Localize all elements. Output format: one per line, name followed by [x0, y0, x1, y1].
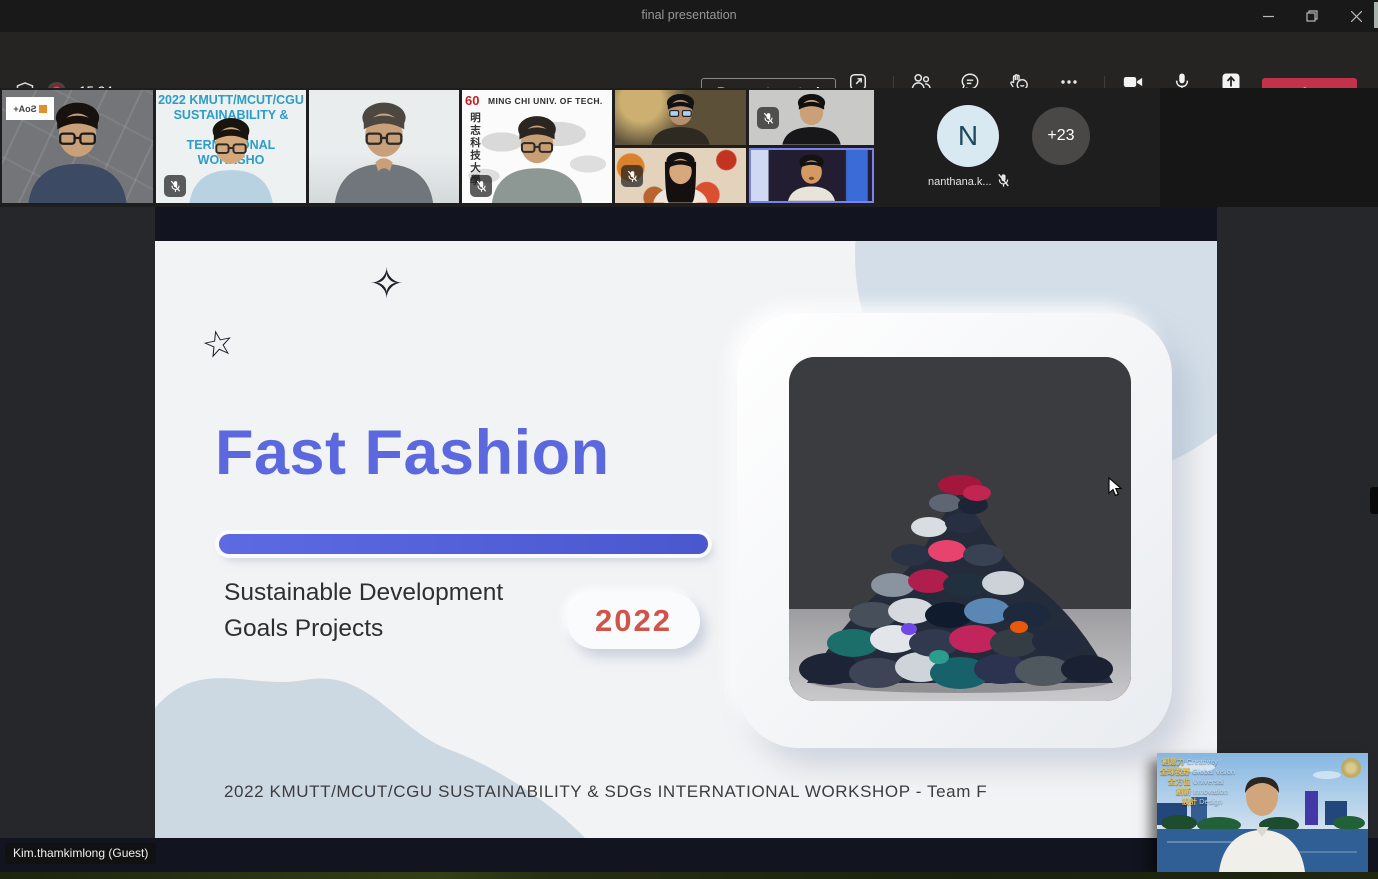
- star-icon: ☆: [198, 320, 238, 368]
- meeting-toolbar: 15:34 Request control Pop out People: [0, 32, 1378, 88]
- presenter-name-label: Kim.thamkimlong (Guest): [5, 843, 156, 864]
- participant-name-label: nanthana.k...: [928, 176, 992, 188]
- logo-mark: [39, 105, 47, 113]
- university-emblem-icon: [1341, 758, 1361, 778]
- participant-tile[interactable]: [615, 148, 746, 203]
- participant-tile[interactable]: 60 MING CHI UNIV. OF TECH. 明志科技大學: [462, 90, 612, 203]
- filmstrip-background: [1160, 88, 1378, 207]
- participant-video: [309, 99, 459, 203]
- presenter-pip-video[interactable]: 創意力 Creativity 全球視野 Global vision 全方位 Un…: [1157, 753, 1368, 872]
- participant-tile[interactable]: [749, 90, 874, 145]
- decorative-blob: [155, 638, 585, 838]
- screen-edge-handle[interactable]: [1370, 487, 1378, 514]
- clothes-pile-photo: [789, 357, 1131, 701]
- teams-meeting-window: final presentation 15:34 Request control: [0, 0, 1378, 879]
- sparkle-icon: ✧: [369, 259, 404, 308]
- avatar[interactable]: N: [937, 105, 999, 167]
- university-name: MING CHI UNIV. OF TECH.: [488, 96, 603, 106]
- participant-video: [615, 94, 746, 145]
- presentation-slide: ✧ ☆ Fast Fashion Sustainable Development…: [155, 241, 1217, 838]
- participant-filmstrip: SoA+ 2022 KMUTT/MCUT/CGU SUSTAINABILITY …: [0, 88, 1378, 207]
- participant-tile[interactable]: [309, 90, 459, 203]
- mouse-cursor-icon: [1108, 477, 1123, 503]
- participant-video: [751, 154, 872, 201]
- window-titlebar: final presentation: [0, 0, 1378, 32]
- background-window-sliver: [1374, 2, 1378, 28]
- title-underline-bar: [219, 534, 708, 554]
- close-icon[interactable]: [1334, 0, 1378, 32]
- mcut-60-logo: 60: [465, 93, 479, 108]
- slide-footer: 2022 KMUTT/MCUT/CGU SUSTAINABILITY & SDG…: [224, 782, 987, 802]
- mic-muted-icon: [164, 175, 186, 197]
- soa-logo: SoA+: [6, 97, 54, 120]
- mic-muted-icon: [621, 165, 643, 187]
- slide-subtitle: Sustainable Development Goals Projects: [224, 575, 503, 646]
- year-badge: 2022: [567, 593, 700, 649]
- participant-tile[interactable]: 2022 KMUTT/MCUT/CGU SUSTAINABILITY & SDG…: [156, 90, 306, 203]
- pip-motto-overlay: 創意力 Creativity 全球視野 Global vision 全方位 Un…: [1162, 757, 1235, 807]
- overflow-participants-badge[interactable]: +23: [1032, 107, 1090, 165]
- photo-card: [737, 313, 1172, 748]
- clothes-pile-illustration: [789, 357, 1131, 701]
- window-title: final presentation: [0, 8, 1378, 22]
- restore-icon[interactable]: [1290, 0, 1334, 32]
- mic-muted-icon: [757, 107, 779, 129]
- mic-muted-icon: [470, 175, 492, 197]
- participant-tile[interactable]: SoA+: [2, 90, 153, 203]
- slide-title: Fast Fashion: [215, 417, 610, 489]
- participant-tile-active-speaker[interactable]: [749, 148, 874, 203]
- participant-tile[interactable]: [615, 90, 746, 145]
- minimize-icon[interactable]: [1246, 0, 1290, 32]
- taskbar-edge: [0, 872, 1378, 879]
- mic-muted-icon: [996, 173, 1011, 193]
- slide-letterbox-top: [155, 207, 1217, 241]
